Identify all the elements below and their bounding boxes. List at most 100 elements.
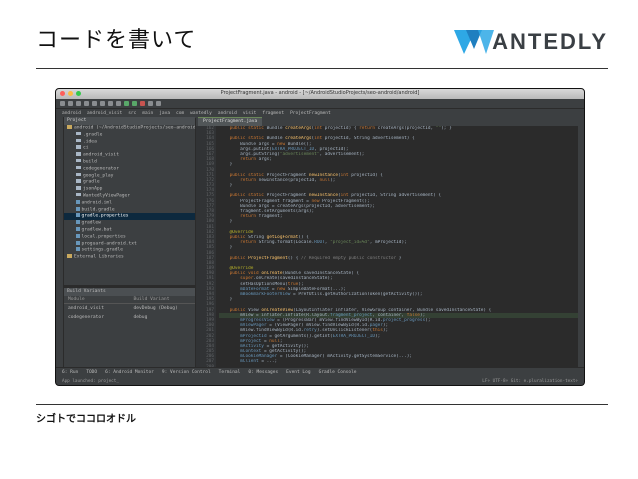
tree-item-label: .idea [83,138,97,144]
tree-item[interactable]: .gradle [64,131,195,139]
bottom-divider [36,404,608,405]
breadcrumb-item[interactable]: visit [243,111,257,116]
save-icon[interactable] [68,101,73,106]
table-row[interactable]: android_visit devDebug (Debug) [64,304,195,313]
tree-item[interactable]: gradlew [64,220,195,227]
cut-icon[interactable] [100,101,105,106]
module-cell: android_visit [68,306,104,311]
status-bar: App launched: project_ LF÷ UTF-8÷ Git: e… [56,377,584,385]
tree-item[interactable]: google_play [64,172,195,180]
logo-wordmark: ANTEDLY [492,29,608,54]
tree-item-label: gradle [83,179,100,185]
tree-item[interactable]: gradle [64,179,195,186]
main-toolbar [56,99,584,109]
variant-select[interactable]: devDebug (Debug) [130,304,196,313]
tree-item[interactable]: android_visit [64,152,195,159]
tree-item[interactable]: WantedlyViewPager [64,192,195,200]
folder-icon [76,172,81,177]
folder-icon [76,179,81,183]
stop-icon[interactable] [140,101,145,106]
project-panel: Project android (~/AndroidStudioProjects… [64,117,195,285]
avd-manager-icon[interactable] [148,101,153,106]
tree-item[interactable]: proguard-android.txt [64,240,195,248]
status-indicators[interactable]: LF÷ UTF-8÷ Git: e.pluralization-text÷ [482,379,578,384]
tree-item-label: gradlew [81,220,101,226]
breadcrumb-item[interactable]: java [159,111,170,116]
tree-item-label: codegenerator [83,166,119,172]
sdk-manager-icon[interactable] [156,101,161,106]
tool-window-strip-right[interactable] [578,126,584,368]
tree-item[interactable]: android.iml [64,199,195,207]
breadcrumb-item[interactable]: com [176,111,184,116]
tree-item[interactable]: ci [64,145,195,152]
tree-item[interactable]: local.properties [64,233,195,241]
undo-icon[interactable] [84,101,89,106]
debug-icon[interactable] [132,101,137,106]
tree-item-label: android (~/AndroidStudioProjects/seo-and… [74,125,195,131]
wantedly-logo: ANTEDLY [452,27,608,57]
folder-icon [67,125,72,129]
breadcrumb-item[interactable]: wantedly [190,111,212,116]
tree-item[interactable]: .idea [64,138,195,146]
tree-item-label: .gradle [83,132,103,138]
folder-icon [76,186,81,190]
tree-item-label: android_visit [83,152,119,158]
slide-title: コードを書いて [36,28,197,53]
breadcrumb-item[interactable]: fragment [262,111,284,116]
variant-select[interactable]: debug [130,313,196,322]
tool-window-button[interactable]: Event Log [286,370,310,375]
sync-icon[interactable] [76,101,81,106]
tree-item[interactable]: settings.gradle [64,247,195,254]
tool-window-button[interactable]: 6: Android Monitor [105,370,154,375]
breadcrumb-item[interactable]: main [142,111,153,116]
file-icon [76,247,80,252]
tool-window-strip-left[interactable] [56,117,64,368]
tool-window-button[interactable]: Terminal [219,370,241,375]
folder-icon [76,158,81,163]
tree-item[interactable]: gradle.properties [64,213,195,221]
file-icon [76,199,80,204]
tool-window-button[interactable]: TODO [86,370,97,375]
tree-item[interactable]: android (~/AndroidStudioProjects/seo-and… [64,125,195,132]
tree-item[interactable]: jsonApp [64,186,195,193]
line-number-gutter: 162 163 164 165 166 167 168 169 170 171 172 173 174 1… [196,126,216,368]
open-icon[interactable] [60,101,65,106]
tree-item[interactable]: External Libraries [64,254,195,261]
tool-window-button[interactable]: 9: Version Control [162,370,211,375]
breadcrumb-item[interactable]: android [218,111,237,116]
bottom-tool-bar: 6: Run TODO 6: Android Monitor 9: Version C… [56,367,584,377]
status-message: App launched: project_ [62,378,119,384]
breadcrumb-item[interactable]: ProjectFragment [290,111,331,116]
project-panel-header[interactable]: Project [64,117,195,125]
tree-item-label: google_play [83,172,114,178]
paste-icon[interactable] [116,101,121,106]
tab-project-fragment[interactable]: ProjectFragment.java [198,117,263,126]
tree-item-label: jsonApp [83,186,103,192]
tree-item[interactable]: build.gradle [64,206,195,214]
tree-item-label: build [83,159,97,165]
table-row[interactable]: codegenerator debug [64,313,195,322]
breadcrumb-item[interactable]: android [62,111,81,116]
tree-item[interactable]: gradlew.bat [64,226,195,234]
tree-item-label: External Libraries [74,254,124,260]
tool-window-button[interactable]: 0: Messages [248,370,278,375]
folder-icon [76,145,81,149]
code-editor[interactable]: public static Bundle createArgs(int proj… [216,126,578,368]
redo-icon[interactable] [92,101,97,106]
tool-window-button[interactable]: Gradle Console [319,370,357,375]
file-icon [76,206,80,211]
project-tree: android (~/AndroidStudioProjects/seo-and… [64,125,195,261]
tree-item[interactable]: build [64,158,195,166]
file-icon [76,213,80,218]
copy-icon[interactable] [108,101,113,106]
tree-item-label: gradle.properties [81,213,129,219]
folder-icon [76,152,81,156]
build-variants-header[interactable]: Build Variants [64,288,195,296]
breadcrumb-item[interactable]: src [128,111,136,116]
tree-item-label: local.properties [81,234,126,240]
breadcrumb-item[interactable]: android_visit [87,111,122,116]
run-icon[interactable] [124,101,129,106]
tree-item[interactable]: codegenerator [64,165,195,173]
tool-window-button[interactable]: 6: Run [62,370,78,375]
column-build-variant: Build Variant [133,297,170,302]
